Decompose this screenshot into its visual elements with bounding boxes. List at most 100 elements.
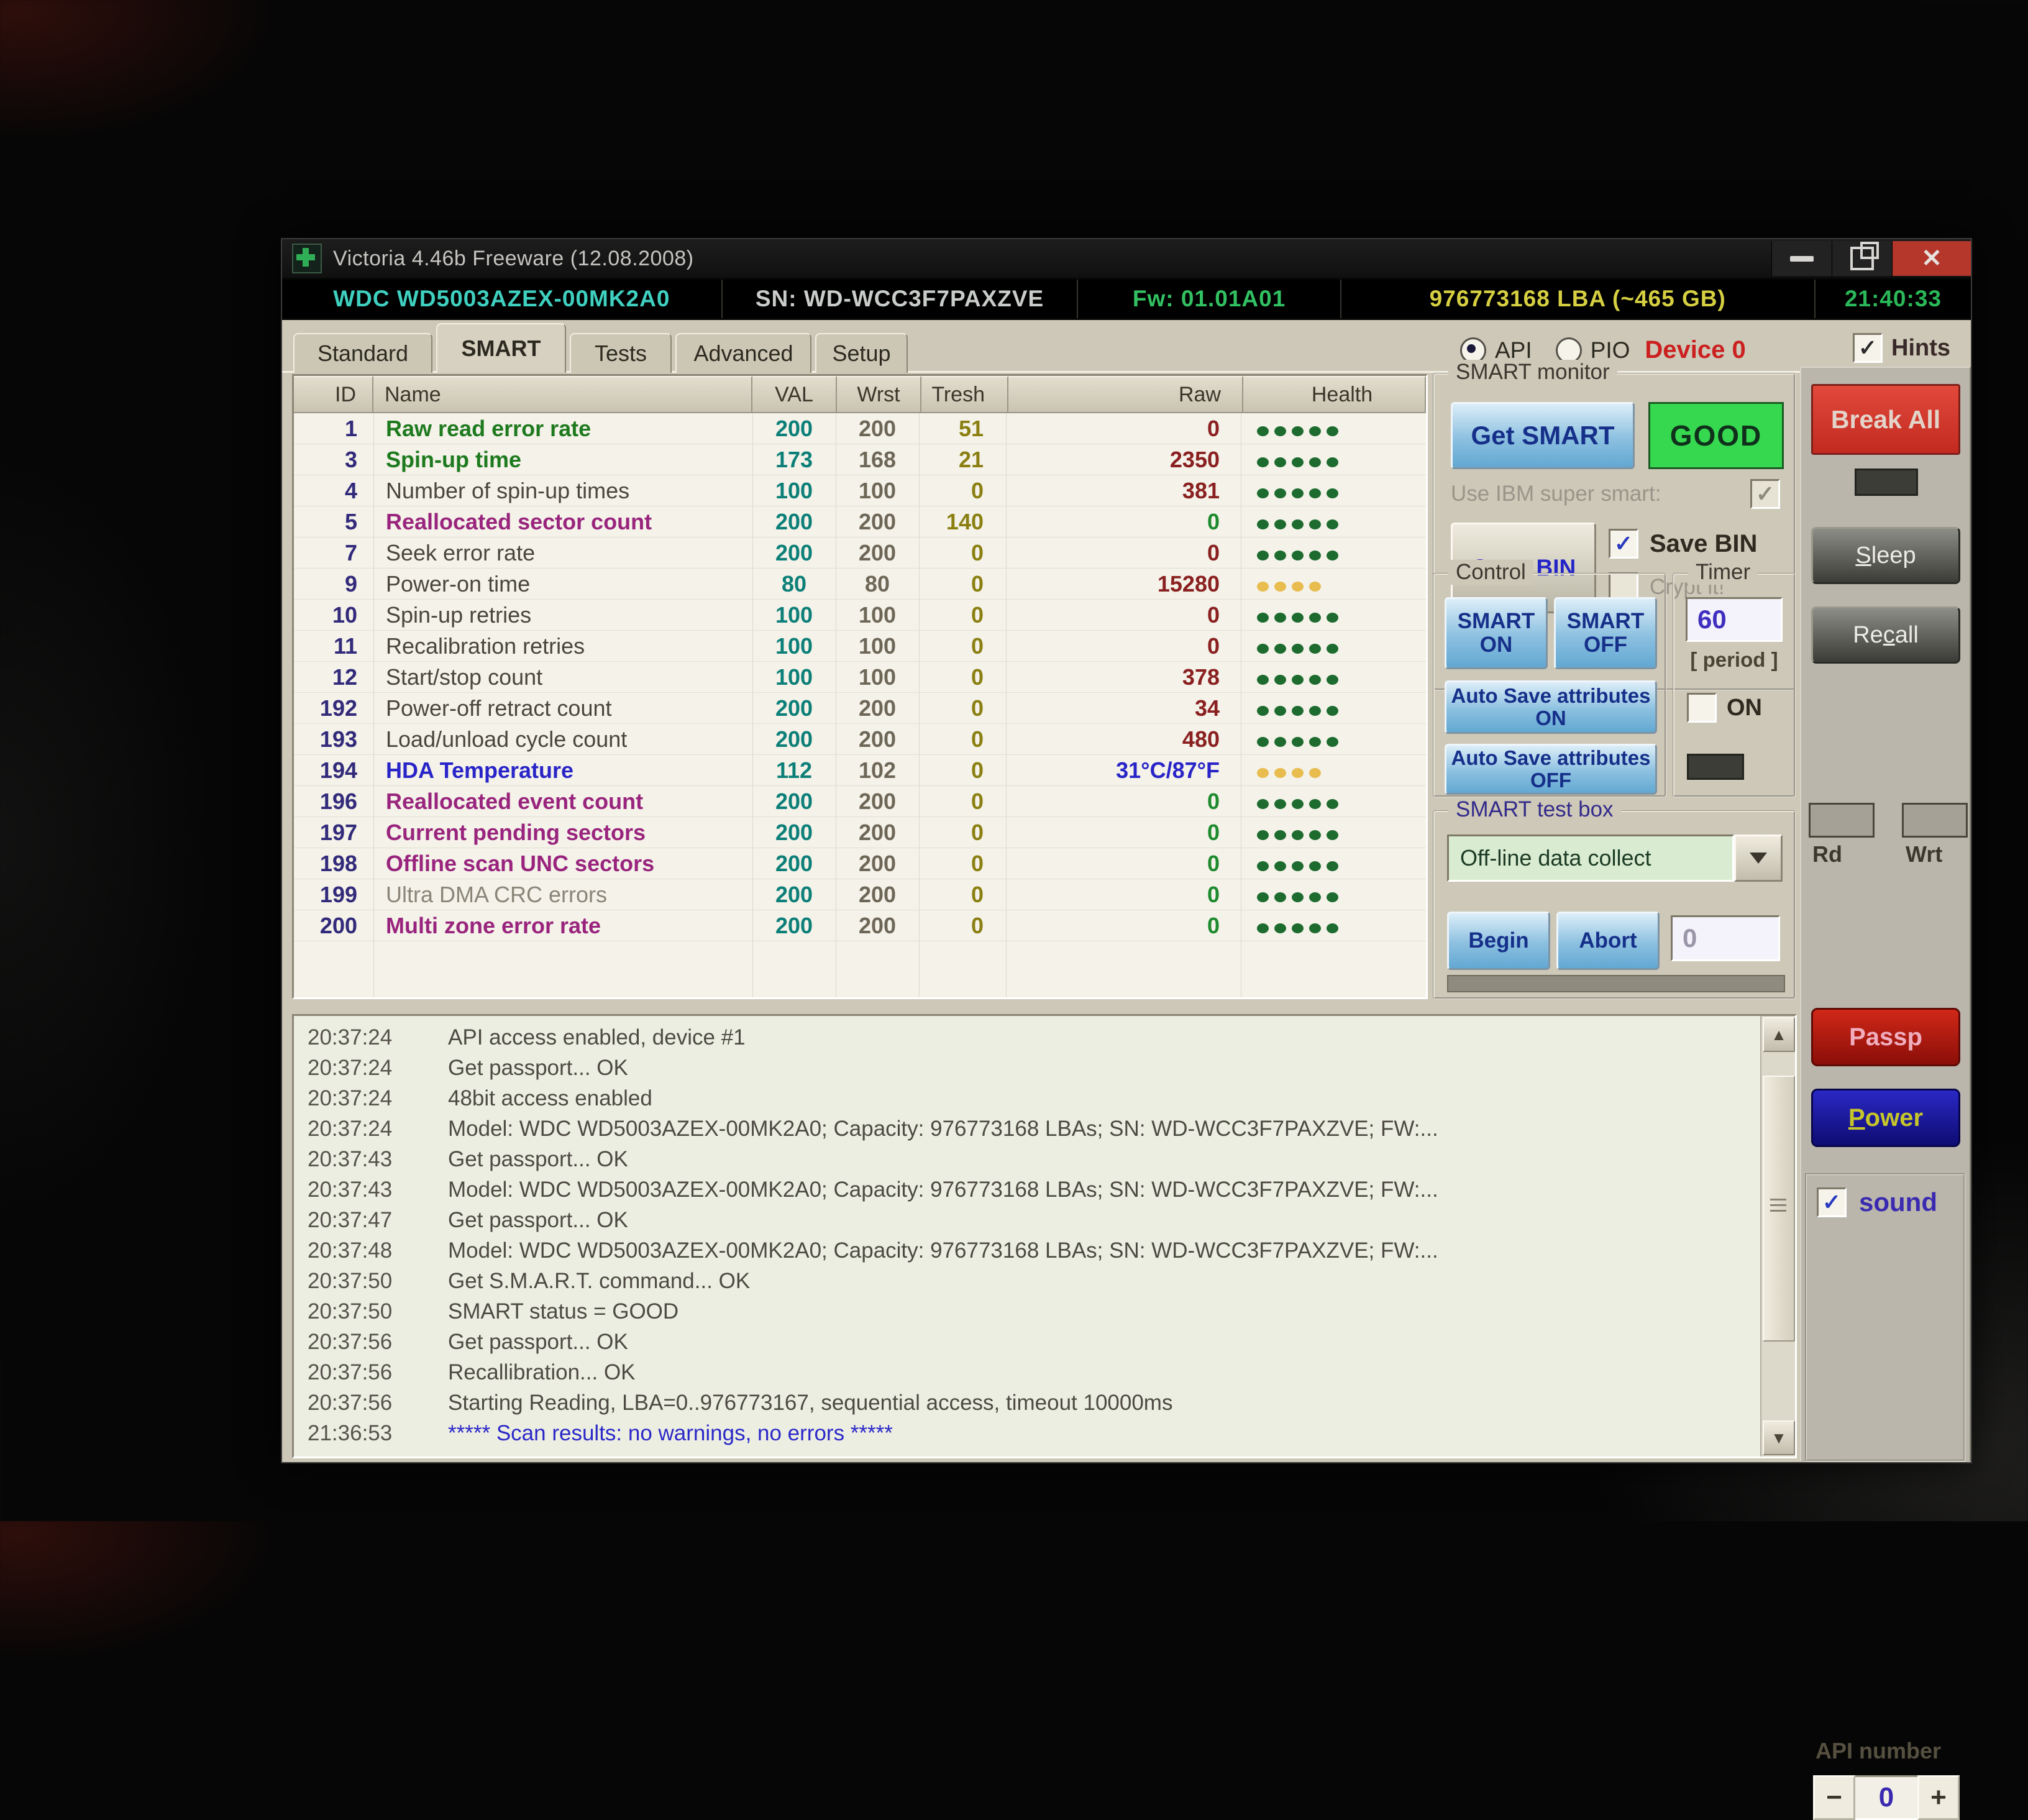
passp-button[interactable]: Passp (1811, 1008, 1960, 1066)
table-row[interactable]: 1 Raw read error rate 200 200 51 0 (294, 413, 1426, 444)
log-line: 20:37:24 Model: WDC WD5003AZEX-00MK2A0; C… (294, 1113, 1795, 1144)
hints-checkbox[interactable] (1853, 333, 1883, 363)
test-select[interactable]: Off-line data collect (1447, 835, 1783, 882)
api-number-decrement-button[interactable]: − (1813, 1775, 1855, 1820)
table-cell: 140 (946, 508, 984, 534)
tab-standard[interactable]: Standard (293, 333, 432, 373)
break-all-button[interactable]: Break All (1811, 384, 1960, 455)
log-message: Recallibration... OK (448, 1360, 636, 1384)
table-row[interactable]: 10 Spin-up retries 100 100 0 0 (294, 600, 1426, 631)
log-line: 20:37:50 Get S.M.A.R.T. command... OK (294, 1266, 1795, 1296)
drive-model[interactable]: WDC WD5003AZEX-00MK2A0 (282, 280, 723, 318)
table-row[interactable]: 9 Power-on time 80 80 0 15280 (294, 569, 1426, 600)
table-cell: 0 (1207, 415, 1220, 441)
table-row[interactable]: 194 HDA Temperature 112 102 0 31°C/87°F (294, 755, 1426, 786)
table-row[interactable]: 11 Recalibration retries 100 100 0 0 (294, 631, 1426, 662)
table-cell: 200 (858, 819, 897, 845)
scroll-down-button[interactable]: ▼ (1763, 1420, 1795, 1455)
header-id[interactable]: ID (294, 376, 373, 413)
minimize-button[interactable] (1771, 241, 1832, 276)
log-line: 20:37:43 Get passport... OK (294, 1144, 1795, 1174)
table-cell: 0 (971, 477, 984, 503)
column-separator (1006, 413, 1007, 997)
drive-serial[interactable]: SN: WD-WCC3F7PAXZVE (722, 280, 1079, 318)
sleep-button[interactable]: Sleep (1811, 527, 1960, 584)
table-cell: 100 (775, 664, 813, 690)
table-row[interactable]: 200 Multi zone error rate 200 200 0 0 (294, 910, 1426, 941)
header-val[interactable]: VAL (752, 376, 837, 413)
auto-save-off-button[interactable]: Auto Save attributes OFF (1445, 744, 1657, 795)
control-title: Control (1448, 560, 1533, 585)
header-name[interactable]: Name (373, 376, 752, 413)
table-cell: 200 (858, 415, 897, 441)
table-cell (1241, 755, 1426, 785)
table-row[interactable]: 5 Reallocated sector count 200 200 140 0 (294, 506, 1426, 537)
log-timestamp: 20:37:24 (308, 1086, 393, 1110)
table-row[interactable]: 4 Number of spin-up times 100 100 0 381 (294, 475, 1426, 506)
api-number-increment-button[interactable]: + (1917, 1775, 1960, 1820)
save-bin-checkbox[interactable] (1609, 529, 1638, 559)
header-tresh[interactable]: Tresh (921, 376, 1008, 413)
tab-smart[interactable]: SMART (436, 323, 566, 373)
health-dots-ok (1257, 633, 1344, 659)
table-row[interactable]: 197 Current pending sectors 200 200 0 0 (294, 817, 1426, 848)
health-dots-ok (1257, 664, 1344, 690)
abort-button[interactable]: Abort (1556, 912, 1660, 970)
log-timestamp: 20:37:56 (308, 1329, 393, 1354)
ibm-smart-checkbox[interactable] (1750, 479, 1780, 509)
header-raw[interactable]: Raw (1008, 376, 1243, 413)
table-cell (1241, 600, 1426, 630)
timer-on-row: ON (1687, 693, 1762, 723)
tab-setup[interactable]: Setup (815, 333, 908, 373)
header-health[interactable]: Health (1243, 376, 1426, 413)
table-cell: Multi zone error rate (386, 912, 601, 938)
recall-button[interactable]: Recall (1811, 606, 1960, 664)
table-row[interactable]: 3 Spin-up time 173 168 21 2350 (294, 444, 1426, 475)
table-row[interactable]: 193 Load/unload cycle count 200 200 0 480 (294, 724, 1426, 755)
drive-capacity[interactable]: 976773168 LBA (~465 GB) (1341, 280, 1816, 318)
scroll-up-button[interactable]: ▲ (1763, 1017, 1795, 1052)
table-row[interactable]: 196 Reallocated event count 200 200 0 0 (294, 786, 1426, 817)
smart-on-button[interactable]: SMART ON (1445, 597, 1548, 669)
maximize-button[interactable] (1832, 241, 1892, 276)
tab-tests[interactable]: Tests (570, 333, 672, 373)
timer-on-checkbox[interactable] (1687, 693, 1717, 723)
table-cell: 480 (1182, 726, 1220, 752)
table-cell: 197 (319, 819, 357, 845)
power-button[interactable]: Power (1811, 1089, 1960, 1147)
log-timestamp: 20:37:24 (308, 1025, 393, 1049)
auto-save-on-button[interactable]: Auto Save attributes ON (1445, 680, 1657, 734)
log-message: Get passport... OK (448, 1055, 628, 1080)
log-scrollbar[interactable]: ▲ ▼ (1760, 1016, 1795, 1456)
table-row[interactable]: 7 Seek error rate 200 200 0 0 (294, 537, 1426, 569)
log-line: 20:37:48 Model: WDC WD5003AZEX-00MK2A0; C… (294, 1235, 1795, 1266)
sound-checkbox[interactable] (1817, 1187, 1847, 1217)
drive-firmware[interactable]: Fw: 01.01A01 (1078, 280, 1341, 318)
smart-attributes-table: ID Name VAL Wrst Tresh Raw Health 1 Raw r… (292, 374, 1428, 999)
close-button[interactable]: ✕ (1892, 241, 1971, 276)
timer-period-input[interactable]: 60 (1686, 597, 1783, 642)
log-line: 21:36:53 ***** Scan results: no warnings,… (294, 1418, 1795, 1448)
table-row[interactable]: 12 Start/stop count 100 100 0 378 (294, 662, 1426, 693)
table-cell: 378 (1182, 664, 1220, 690)
header-wrst[interactable]: Wrst (837, 376, 921, 413)
test-select-button[interactable] (1734, 835, 1783, 882)
smart-off-button[interactable]: SMART OFF (1554, 597, 1657, 669)
table-cell: 200 (319, 912, 357, 938)
tab-advanced[interactable]: Advanced (675, 333, 811, 373)
table-cell: 1 (344, 415, 357, 441)
table-cell: 0 (1207, 788, 1220, 814)
begin-button[interactable]: Begin (1447, 912, 1550, 970)
scrollbar-thumb[interactable] (1763, 1076, 1795, 1342)
table-cell (1241, 817, 1426, 848)
table-cell: 7 (344, 539, 357, 565)
get-smart-button[interactable]: Get SMART (1451, 402, 1635, 469)
hints-label: Hints (1891, 334, 1950, 361)
table-cell: 168 (858, 446, 897, 472)
table-row[interactable]: 199 Ultra DMA CRC errors 200 200 0 0 (294, 879, 1426, 910)
table-row[interactable]: 192 Power-off retract count 200 200 0 34 (294, 693, 1426, 724)
log-message: Get passport... OK (448, 1146, 628, 1171)
table-row[interactable]: 198 Offline scan UNC sectors 200 200 0 0 (294, 848, 1426, 879)
table-cell (1241, 910, 1426, 941)
timer-on-label: ON (1727, 694, 1762, 721)
